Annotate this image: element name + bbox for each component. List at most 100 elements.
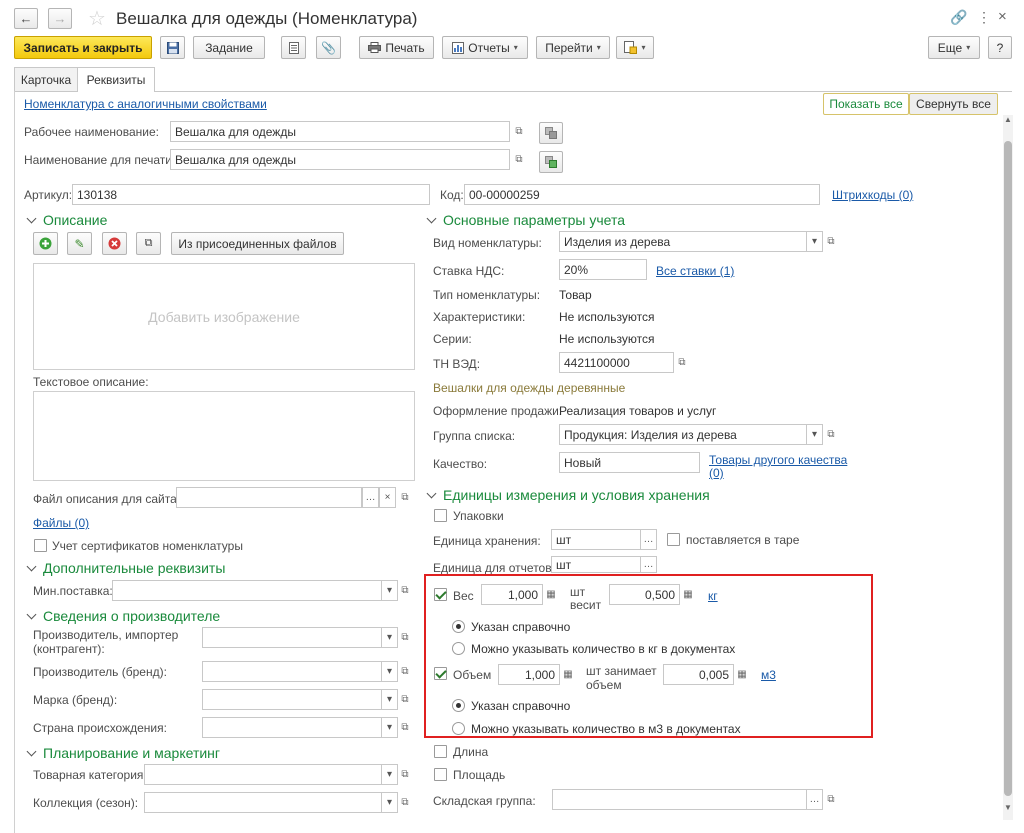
forward-button[interactable]: → [48, 8, 72, 29]
report-unit-input[interactable]: шт [551, 556, 641, 573]
planning-section-header[interactable]: Планирование и маркетинг [26, 745, 220, 761]
select-button[interactable]: … [640, 556, 657, 573]
all-rates-link[interactable]: Все ставки (1) [656, 264, 734, 278]
dropdown-arrow-icon[interactable]: ▾ [381, 580, 398, 601]
other-quality-count-link[interactable]: (0) [709, 466, 724, 480]
weight-in-docs-radio[interactable] [452, 642, 465, 655]
save-close-button[interactable]: Записать и закрыть [14, 36, 152, 59]
manufacturer-section-header[interactable]: Сведения о производителе [26, 608, 220, 624]
text-description-input[interactable] [33, 391, 415, 481]
delete-image-button[interactable] [102, 232, 127, 255]
save-button[interactable] [160, 36, 185, 59]
open-icon[interactable]: ⧉ [398, 792, 412, 813]
reports-button[interactable]: Отчеты ▾ [442, 36, 528, 59]
open-icon[interactable]: ⧉ [824, 231, 838, 252]
select-button[interactable]: … [806, 789, 823, 810]
calculator-icon[interactable]: ▦ [735, 664, 749, 685]
create-based-button[interactable]: ▾ [616, 36, 654, 59]
vat-input[interactable]: 20% [559, 259, 647, 280]
volume-uom-link[interactable]: м3 [761, 668, 776, 682]
volume-reference-radio[interactable] [452, 699, 465, 712]
code-input[interactable]: 00-00000259 [464, 184, 820, 205]
collection-input[interactable] [144, 792, 382, 813]
open-icon[interactable]: ⧉ [512, 121, 526, 142]
structure-button[interactable] [281, 36, 306, 59]
weight-value-input[interactable]: 0,500 [609, 584, 680, 605]
image-placeholder[interactable]: Добавить изображение [33, 263, 415, 370]
calculator-icon[interactable]: ▦ [681, 584, 695, 605]
quality-input[interactable]: Новый [559, 452, 700, 473]
dropdown-arrow-icon[interactable]: ▾ [381, 661, 398, 682]
select-button[interactable]: … [362, 487, 379, 508]
open-icon[interactable]: ⧉ [398, 487, 412, 508]
show-all-button[interactable]: Показать все [823, 93, 909, 115]
weight-qty-input[interactable]: 1,000 [481, 584, 543, 605]
open-icon[interactable]: ⧉ [398, 661, 412, 682]
storage-unit-input[interactable]: шт [551, 529, 641, 550]
volume-checkbox[interactable] [434, 667, 447, 680]
open-icon[interactable]: ⧉ [824, 424, 838, 445]
select-button[interactable]: … [640, 529, 657, 550]
dropdown-arrow-icon[interactable]: ▾ [381, 689, 398, 710]
dropdown-arrow-icon[interactable]: ▾ [381, 717, 398, 738]
dropdown-arrow-icon[interactable]: ▾ [381, 627, 398, 648]
warehouse-group-input[interactable] [552, 789, 807, 810]
tab-requisites[interactable]: Реквизиты [77, 67, 155, 92]
work-name-input[interactable]: Вешалка для одежды [170, 121, 510, 142]
weight-reference-radio[interactable] [452, 620, 465, 633]
accounting-section-header[interactable]: Основные параметры учета [426, 212, 625, 228]
tnved-input[interactable]: 4421100000 [559, 352, 674, 373]
files-link[interactable]: Файлы (0) [33, 516, 89, 530]
mark-input[interactable] [202, 689, 382, 710]
certificates-checkbox[interactable] [34, 539, 47, 552]
open-icon[interactable]: ⧉ [398, 689, 412, 710]
goto-button[interactable]: Перейти ▾ [536, 36, 610, 59]
translate-button[interactable] [539, 122, 563, 144]
similar-items-link[interactable]: Номенклатура с аналогичными свойствами [24, 97, 267, 111]
article-input[interactable]: 130138 [72, 184, 430, 205]
open-icon[interactable]: ⧉ [398, 764, 412, 785]
print-button[interactable]: Печать [359, 36, 434, 59]
open-icon[interactable]: ⧉ [398, 627, 412, 648]
group-input[interactable]: Продукция: Изделия из дерева [559, 424, 807, 445]
weight-uom-link[interactable]: кг [708, 589, 718, 603]
help-button[interactable]: ? [988, 36, 1012, 59]
more-button[interactable]: Еще ▾ [928, 36, 980, 59]
open-icon[interactable]: ⧉ [824, 789, 838, 810]
fill-from-name-button[interactable] [539, 151, 563, 173]
open-icon[interactable]: ⧉ [675, 352, 689, 373]
scroll-up-icon[interactable]: ▲ [1003, 115, 1013, 124]
open-icon[interactable]: ⧉ [398, 717, 412, 738]
country-input[interactable] [202, 717, 382, 738]
units-section-header[interactable]: Единицы измерения и условия хранения [426, 487, 710, 503]
site-file-input[interactable] [176, 487, 362, 508]
calculator-icon[interactable]: ▦ [561, 664, 575, 685]
volume-qty-input[interactable]: 1,000 [498, 664, 560, 685]
dropdown-arrow-icon[interactable]: ▾ [806, 424, 823, 445]
scroll-down-icon[interactable]: ▼ [1003, 803, 1013, 812]
brand-input[interactable] [202, 661, 382, 682]
kind-input[interactable]: Изделия из дерева [559, 231, 807, 252]
tare-checkbox[interactable] [667, 533, 680, 546]
calculator-icon[interactable]: ▦ [544, 584, 558, 605]
min-supply-input[interactable] [112, 580, 382, 601]
attach-button[interactable]: 📎 [316, 36, 341, 59]
other-quality-link[interactable]: Товары другого качества [709, 453, 847, 467]
dropdown-arrow-icon[interactable]: ▾ [806, 231, 823, 252]
tab-card[interactable]: Карточка [14, 67, 78, 91]
barcodes-link[interactable]: Штрихкоды (0) [832, 188, 913, 202]
clear-icon[interactable]: × [379, 487, 396, 508]
importer-input[interactable] [202, 627, 382, 648]
kebab-menu-icon[interactable]: ⋮ [977, 9, 991, 26]
open-icon[interactable]: ⧉ [398, 580, 412, 601]
attached-files-button[interactable]: Из присоединенных файлов [171, 232, 344, 255]
scrollbar-thumb[interactable] [1004, 141, 1012, 796]
print-name-input[interactable]: Вешалка для одежды [170, 149, 510, 170]
description-section-header[interactable]: Описание [26, 212, 107, 228]
collapse-all-button[interactable]: Свернуть все [909, 93, 998, 115]
open-icon[interactable]: ⧉ [512, 149, 526, 170]
dropdown-arrow-icon[interactable]: ▾ [381, 764, 398, 785]
task-button[interactable]: Задание [193, 36, 265, 59]
category-input[interactable] [144, 764, 382, 785]
dropdown-arrow-icon[interactable]: ▾ [381, 792, 398, 813]
